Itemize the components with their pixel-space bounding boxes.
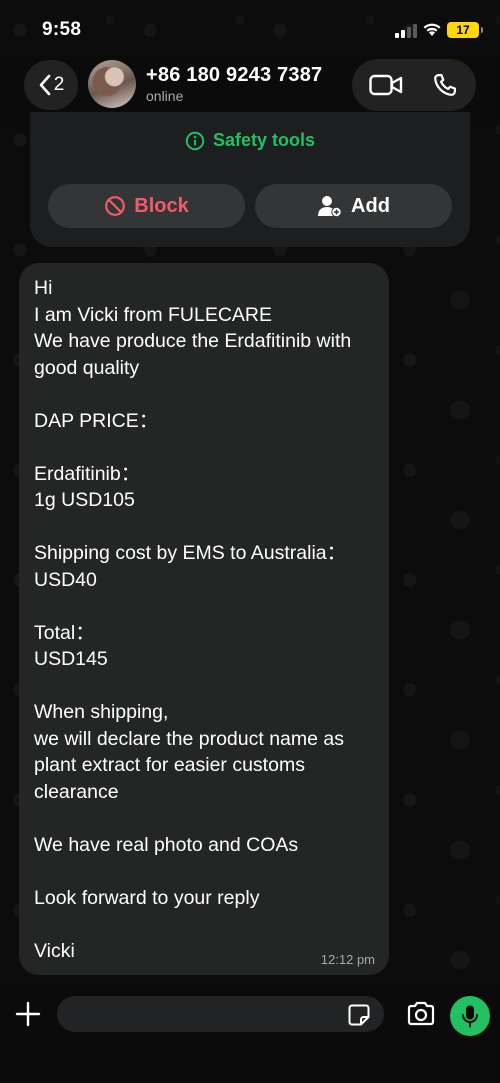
unread-count: 2 (53, 74, 65, 95)
add-label: Add (351, 194, 390, 217)
compose-bar (0, 984, 500, 1083)
block-icon (105, 196, 126, 216)
battery-icon: 17 (447, 22, 483, 38)
status-time: 9:58 (42, 19, 82, 40)
microphone-icon (462, 1005, 478, 1028)
back-button[interactable]: 2 (24, 60, 78, 110)
sticker-icon[interactable] (347, 1003, 371, 1027)
safety-tools-link[interactable]: Safety tools (30, 130, 470, 151)
video-call-button[interactable] (366, 71, 406, 99)
contact-info-card: Safety tools Block Add (30, 112, 470, 247)
info-circle-icon (185, 131, 205, 150)
safety-tools-label: Safety tools (212, 130, 316, 150)
contact-name[interactable]: +86 180 9243 7387 (146, 64, 322, 87)
camera-icon[interactable] (406, 1001, 436, 1027)
voice-call-button[interactable] (428, 71, 462, 99)
message-timestamp: 12:12 pm (320, 952, 375, 967)
add-contact-icon (318, 196, 342, 218)
battery-level: 17 (456, 23, 470, 37)
signal-icon (395, 24, 417, 38)
block-label: Block (134, 194, 189, 217)
incoming-message-bubble[interactable]: Hi I am Vicki from FULECARE We have prod… (19, 263, 389, 975)
plus-icon[interactable] (14, 1000, 42, 1028)
block-button[interactable]: Block (48, 184, 245, 228)
call-actions (352, 59, 476, 111)
message-input[interactable] (57, 996, 384, 1032)
voice-message-button[interactable] (450, 996, 490, 1036)
chevron-left-icon (39, 74, 51, 96)
contact-status: online (146, 88, 184, 104)
message-text: Hi I am Vicki from FULECARE We have prod… (34, 277, 352, 962)
status-bar: 9:58 17 (0, 0, 500, 56)
add-contact-button[interactable]: Add (255, 184, 452, 228)
phone-icon (434, 73, 457, 96)
wifi-icon (423, 23, 441, 36)
video-camera-icon (369, 74, 403, 96)
avatar[interactable] (88, 60, 136, 108)
